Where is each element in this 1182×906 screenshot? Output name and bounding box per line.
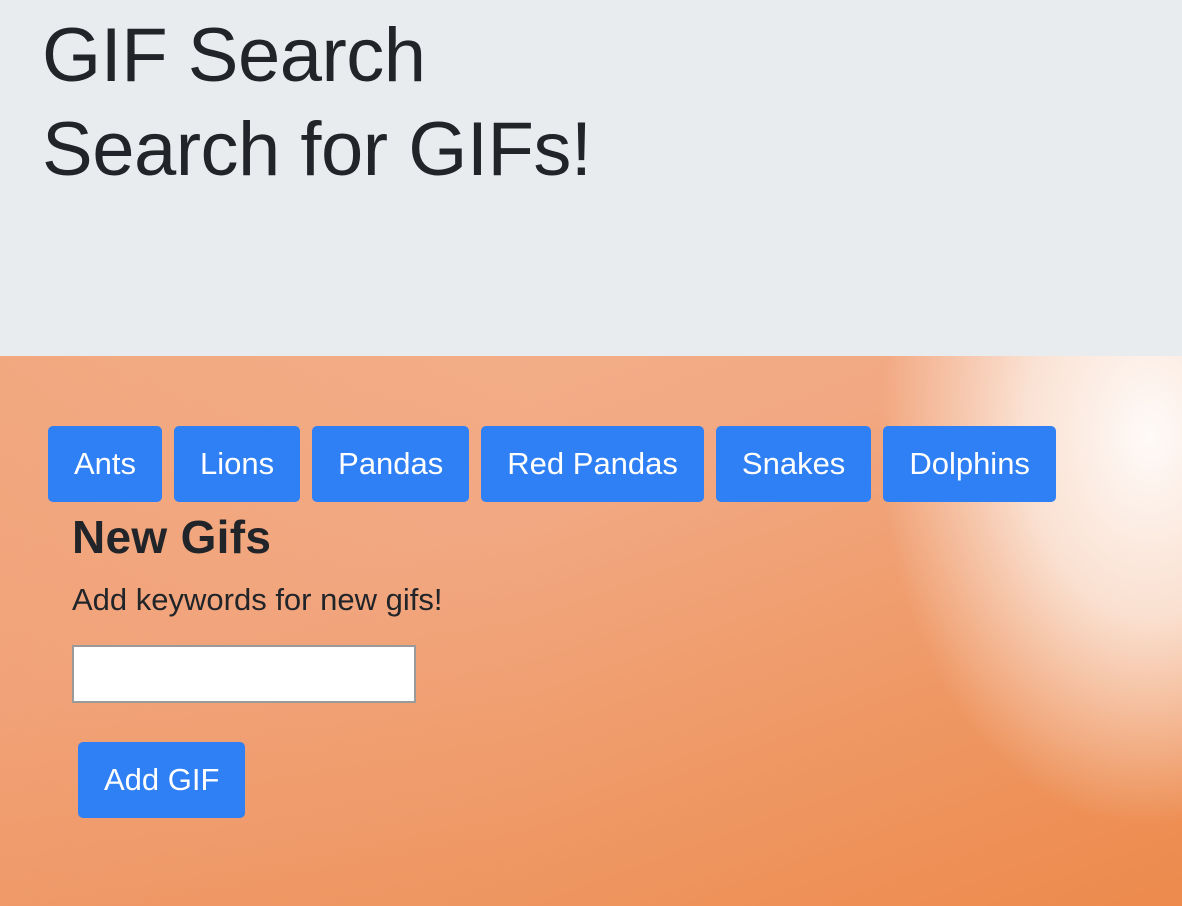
topic-button-red-pandas[interactable]: Red Pandas bbox=[481, 426, 704, 502]
header-jumbotron: GIF Search Search for GIFs! bbox=[0, 0, 1182, 356]
main-content: Ants Lions Pandas Red Pandas Snakes Dolp… bbox=[0, 356, 1182, 906]
topic-button-dolphins[interactable]: Dolphins bbox=[883, 426, 1056, 502]
topic-button-pandas[interactable]: Pandas bbox=[312, 426, 470, 502]
topic-button-snakes[interactable]: Snakes bbox=[715, 426, 872, 502]
topic-button-ants[interactable]: Ants bbox=[48, 426, 163, 502]
new-gifs-instruction: Add keywords for new gifs! bbox=[72, 582, 443, 617]
topic-button-lions[interactable]: Lions bbox=[174, 426, 301, 502]
new-gifs-heading: New Gifs bbox=[72, 511, 272, 563]
new-gifs-section: New Gifs Add keywords for new gifs! bbox=[72, 508, 442, 620]
keyword-input[interactable] bbox=[72, 645, 416, 703]
page-title: GIF Search bbox=[42, 13, 426, 98]
topic-buttons: Ants Lions Pandas Red Pandas Snakes Dolp… bbox=[48, 426, 1056, 502]
add-gif-button[interactable]: Add GIF bbox=[78, 742, 246, 818]
page-subtitle: Search for GIFs! bbox=[42, 107, 592, 192]
